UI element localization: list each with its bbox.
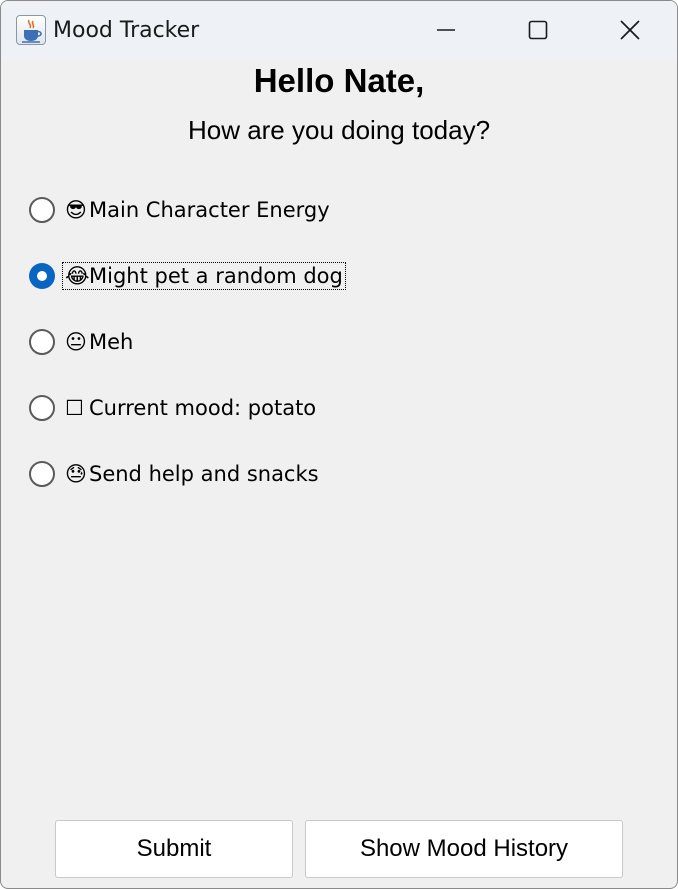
radio-button-selected[interactable] (29, 263, 55, 289)
radio-button[interactable] (29, 329, 55, 355)
mood-option-send-help[interactable]: 😓Send help and snacks (29, 459, 322, 489)
java-cup-icon (16, 15, 46, 45)
laughing-emoji-icon: 😂 (65, 264, 90, 288)
radio-button[interactable] (29, 197, 55, 223)
mood-option-potato[interactable]: ☐ Current mood: potato (29, 393, 319, 423)
close-button[interactable] (584, 1, 676, 59)
title-bar[interactable]: Mood Tracker (1, 1, 677, 59)
mood-option-label: ☐ Current mood: potato (65, 396, 317, 420)
mood-question: How are you doing today? (187, 115, 491, 145)
sunglasses-emoji-icon: 😎 (65, 198, 87, 222)
mood-option-label: 😓Send help and snacks (65, 462, 319, 486)
minimize-icon (437, 29, 455, 31)
submit-button[interactable]: Submit (55, 820, 293, 878)
missing-glyph-box-icon: ☐ (65, 396, 84, 420)
mood-option-random-dog[interactable]: 😂Might pet a random dog (29, 261, 346, 291)
window-title: Mood Tracker (53, 18, 200, 43)
maximize-icon (528, 20, 548, 40)
show-mood-history-button[interactable]: Show Mood History (305, 820, 623, 878)
radio-button[interactable] (29, 395, 55, 421)
neutral-face-emoji-icon: 😐 (65, 330, 87, 354)
mood-tracker-window: Mood Tracker Hello Nate, How are you doi… (0, 0, 678, 889)
minimize-button[interactable] (400, 1, 492, 59)
mood-option-label: 😎Main Character Energy (65, 198, 330, 222)
mood-option-label: 😐Meh (65, 330, 134, 354)
mood-option-label: 😂Might pet a random dog (62, 262, 346, 290)
close-icon (620, 20, 640, 40)
sweat-face-emoji-icon: 😓 (65, 462, 87, 486)
greeting-heading: Hello Nate, (253, 62, 425, 99)
mood-option-main-character[interactable]: 😎Main Character Energy (29, 195, 333, 225)
mood-option-meh[interactable]: 😐Meh (29, 327, 136, 357)
maximize-button[interactable] (492, 1, 584, 59)
radio-button[interactable] (29, 461, 55, 487)
